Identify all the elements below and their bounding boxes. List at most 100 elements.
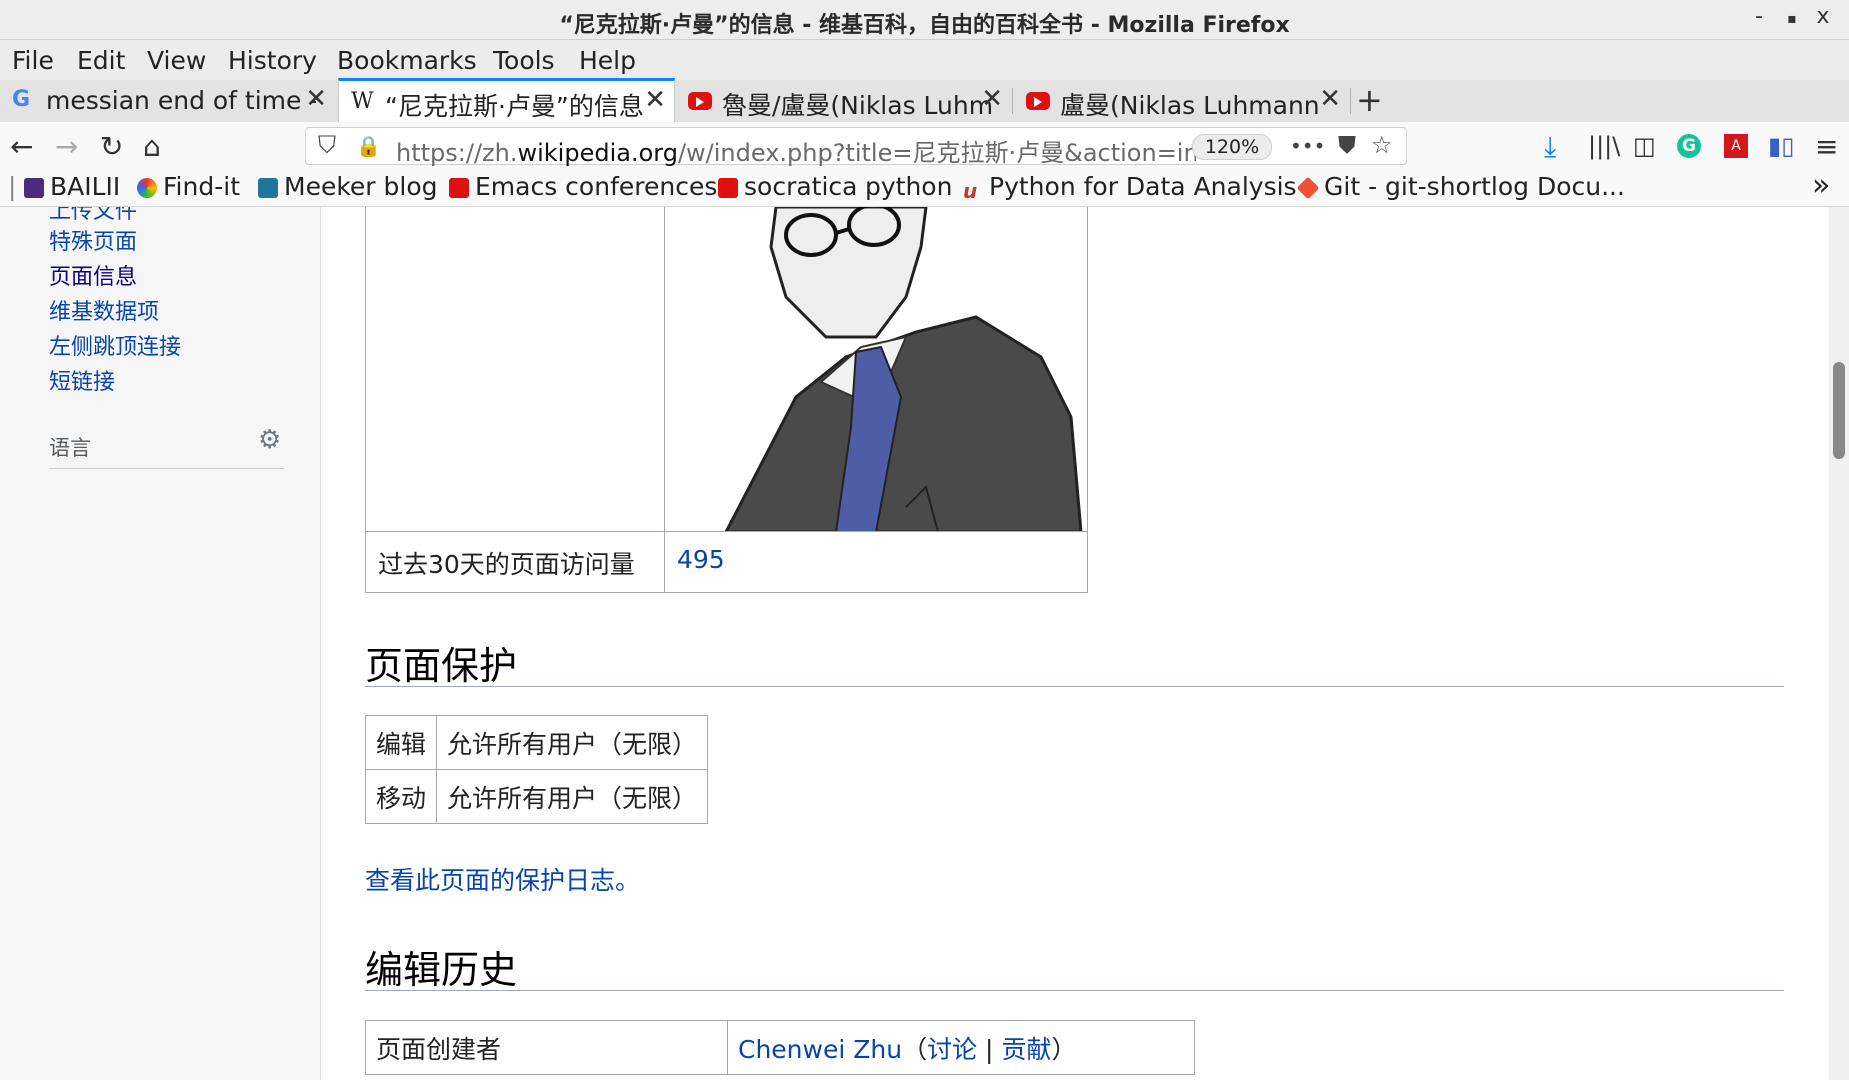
navigation-toolbar: ← → ↻ ⌂ ⛉ 🔒 https://zh.wikipedia.org/w/i… bbox=[0, 122, 1849, 170]
tab-label: 盧曼(Niklas Luhmann bbox=[1060, 91, 1320, 120]
bookmark-socratica[interactable]: socratica bbox=[718, 172, 857, 201]
url-bar[interactable]: ⛉ 🔒 https://zh.wikipedia.org/w/index.php… bbox=[305, 127, 1407, 168]
sidebar-link-wikidata[interactable]: 维基数据项 bbox=[49, 294, 159, 326]
creator-user-link[interactable]: Chenwei Zhu bbox=[738, 1035, 902, 1064]
reload-button[interactable]: ↻ bbox=[100, 130, 123, 163]
sidebar-link-left-jump[interactable]: 左侧跳顶连接 bbox=[49, 329, 181, 361]
protection-action: 编辑 bbox=[364, 715, 438, 770]
bookmark-emacs-conferences[interactable]: Emacs conferences bbox=[449, 172, 717, 201]
window-titlebar: “尼克拉斯·卢曼”的信息 - 维基百科，自由的百科全书 - Mozilla Fi… bbox=[0, 0, 1849, 40]
google-icon: G bbox=[12, 87, 31, 112]
scrollbar-thumb[interactable] bbox=[1833, 362, 1845, 459]
bookmark-bailii[interactable]: BAILII bbox=[24, 172, 120, 201]
home-button[interactable]: ⌂ bbox=[143, 130, 161, 163]
protection-log-link[interactable]: 查看此页面的保护日志。 bbox=[365, 861, 640, 897]
bookmark-meeker-blog[interactable]: Meeker blog bbox=[258, 172, 438, 201]
protection-table: 编辑 允许所有用户（无限） 移动 允许所有用户（无限） bbox=[364, 715, 709, 824]
forward-button[interactable]: → bbox=[55, 130, 78, 163]
bookmark-python[interactable]: python bbox=[865, 172, 952, 201]
bookmarks-separator: | bbox=[8, 172, 17, 201]
tab-youtube-luhmann-2[interactable]: 盧曼(Niklas Luhmann ✕ bbox=[1014, 80, 1349, 122]
tab-label: messian end of time - bbox=[46, 86, 316, 115]
pdf-extension-icon[interactable]: A bbox=[1724, 134, 1748, 158]
bookmark-star-icon[interactable]: ☆ bbox=[1371, 131, 1393, 159]
library-icon[interactable]: |||\ bbox=[1588, 132, 1620, 160]
page-scrollbar[interactable] bbox=[1829, 207, 1849, 1080]
gear-icon[interactable]: ⚙ bbox=[258, 425, 281, 455]
table-row: 页面创建者 Chenwei Zhu（讨论 | 贡献） bbox=[365, 1020, 1195, 1075]
close-tab-icon[interactable]: ✕ bbox=[981, 84, 1003, 114]
reader-extension-icon[interactable]: ▮▯ bbox=[1768, 132, 1794, 160]
tab-strip: G messian end of time - ✕ W “尼克拉斯·卢曼”的信息… bbox=[0, 78, 1849, 126]
sidebar-toggle-icon[interactable]: ◫ bbox=[1633, 132, 1656, 160]
lock-icon[interactable]: 🔒 bbox=[356, 134, 381, 158]
python-book-icon: u bbox=[963, 179, 978, 203]
menu-edit[interactable]: Edit bbox=[77, 46, 125, 75]
shield-icon[interactable]: ⛉ bbox=[318, 131, 336, 159]
page-viewport: 上传文件 特殊页面 页面信息 维基数据项 左侧跳顶连接 短链接 语言 ⚙ 过去3… bbox=[0, 207, 1849, 1080]
history-heading: 编辑历史 bbox=[365, 948, 518, 992]
table-row: 移动 允许所有用户（无限） bbox=[364, 769, 709, 824]
find-it-icon bbox=[137, 178, 157, 198]
creator-cell: Chenwei Zhu（讨论 | 贡献） bbox=[727, 1020, 1195, 1075]
window-title: “尼克拉斯·卢曼”的信息 - 维基百科，自由的百科全书 - Mozilla Fi… bbox=[559, 13, 1290, 38]
close-tab-icon[interactable]: ✕ bbox=[1319, 84, 1341, 114]
menu-help[interactable]: Help bbox=[579, 46, 636, 75]
heading-divider bbox=[365, 686, 1784, 687]
close-tab-icon[interactable]: ✕ bbox=[644, 85, 666, 115]
page-actions-icon[interactable]: ••• bbox=[1290, 134, 1325, 158]
sidebar-link-upload[interactable]: 上传文件 bbox=[49, 207, 137, 225]
tab-label: 魯曼/盧曼(Niklas Luhm bbox=[722, 91, 992, 120]
table-column-divider bbox=[664, 207, 665, 592]
minimize-button[interactable]: - bbox=[1744, 4, 1774, 29]
protection-heading: 页面保护 bbox=[365, 644, 518, 688]
sidebar-link-page-info[interactable]: 页面信息 bbox=[49, 259, 137, 291]
info-image-table: 过去30天的页面访问量 495 bbox=[365, 207, 1088, 593]
bookmark-python-for-data-analysis[interactable]: u Python for Data Analysis bbox=[963, 172, 1297, 203]
pageviews-value-link[interactable]: 495 bbox=[677, 545, 725, 574]
hamburger-menu-icon[interactable]: ≡ bbox=[1815, 130, 1838, 163]
creator-contribs-link[interactable]: 贡献 bbox=[1001, 1035, 1051, 1064]
close-window-button[interactable]: x bbox=[1808, 4, 1838, 29]
menu-file[interactable]: File bbox=[12, 46, 54, 75]
menu-history[interactable]: History bbox=[228, 46, 317, 75]
menu-bookmarks[interactable]: Bookmarks bbox=[337, 46, 477, 75]
creator-label: 页面创建者 bbox=[365, 1020, 728, 1075]
menu-bar: File Edit View History Bookmarks Tools H… bbox=[0, 40, 1849, 80]
heading-divider bbox=[365, 990, 1784, 991]
table-row: 编辑 允许所有用户（无限） bbox=[364, 715, 709, 770]
languages-divider bbox=[49, 468, 284, 469]
table-row-divider bbox=[366, 531, 1087, 532]
bookmark-find-it[interactable]: Find-it bbox=[137, 172, 240, 201]
wordpress-icon bbox=[258, 178, 278, 198]
tab-label: “尼克拉斯·卢曼”的信息 bbox=[385, 92, 644, 121]
bailii-icon bbox=[24, 178, 44, 198]
pageviews-label: 过去30天的页面访问量 bbox=[378, 550, 635, 579]
tab-youtube-luhmann-1[interactable]: 魯曼/盧曼(Niklas Luhm ✕ bbox=[676, 80, 1011, 122]
grammarly-icon[interactable]: G bbox=[1677, 134, 1701, 158]
wiki-sidebar: 上传文件 特殊页面 页面信息 维基数据项 左侧跳顶连接 短链接 语言 ⚙ bbox=[0, 207, 321, 1080]
downloads-icon[interactable]: ⤓ bbox=[1544, 130, 1556, 164]
pocket-icon[interactable]: ⛊ bbox=[1338, 131, 1356, 159]
back-button[interactable]: ← bbox=[10, 130, 33, 163]
bookmark-git-shortlog[interactable]: Git - git-shortlog Docu... bbox=[1296, 172, 1625, 201]
menu-tools[interactable]: Tools bbox=[493, 46, 555, 75]
tab-separator bbox=[1012, 88, 1013, 114]
menu-view[interactable]: View bbox=[147, 46, 206, 75]
creator-talk-link[interactable]: 讨论 bbox=[927, 1035, 977, 1064]
zoom-level[interactable]: 120% bbox=[1192, 134, 1272, 160]
sidebar-link-short-url[interactable]: 短链接 bbox=[49, 364, 115, 396]
bookmarks-overflow-button[interactable]: » bbox=[1812, 168, 1830, 203]
tab-google-search[interactable]: G messian end of time - ✕ bbox=[0, 80, 335, 122]
youtube-icon bbox=[1026, 92, 1050, 110]
luhmann-portrait-image[interactable] bbox=[676, 207, 1086, 532]
maximize-button[interactable]: ▪ bbox=[1777, 11, 1807, 27]
git-icon bbox=[1296, 176, 1320, 200]
sidebar-link-special-pages[interactable]: 特殊页面 bbox=[49, 224, 137, 256]
youtube-icon bbox=[688, 92, 712, 110]
close-tab-icon[interactable]: ✕ bbox=[305, 84, 327, 114]
tab-wikipedia-info[interactable]: W “尼克拉斯·卢曼”的信息 ✕ bbox=[338, 78, 675, 126]
protection-level: 允许所有用户（无限） bbox=[436, 769, 709, 824]
url-text[interactable]: https://zh.wikipedia.org/w/index.php?tit… bbox=[396, 133, 1196, 168]
new-tab-button[interactable]: + bbox=[1356, 81, 1383, 119]
